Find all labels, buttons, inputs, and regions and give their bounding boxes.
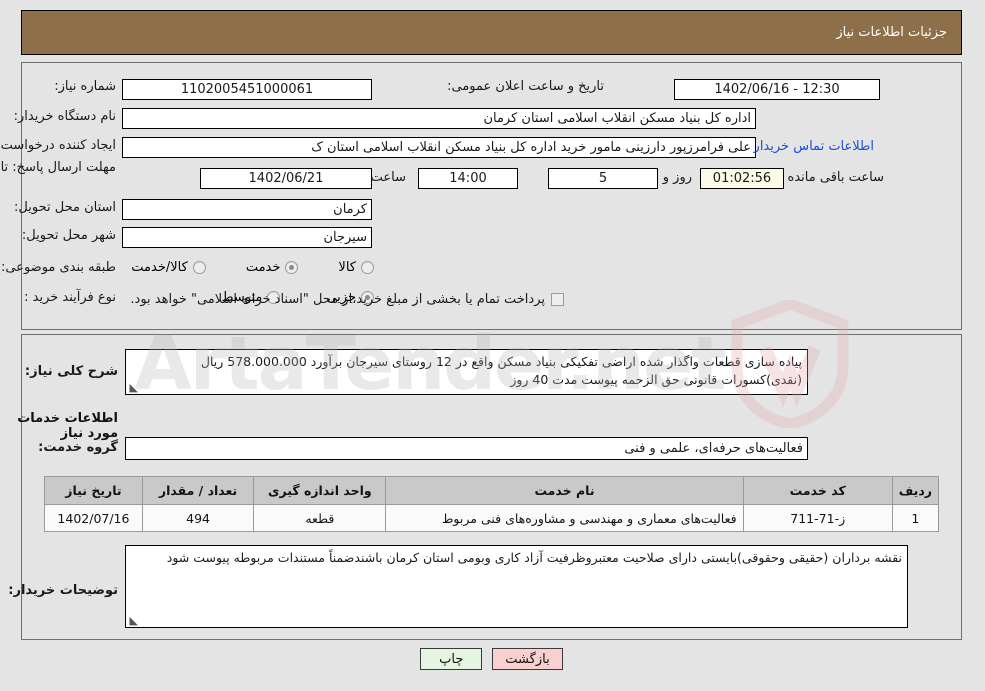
service-group-label: گروه خدمت: [39, 440, 119, 455]
service-group-value: فعالیت‌های حرفه‌ای، علمی و فنی [126, 437, 809, 460]
category-radio-group: کالا خدمت کالا/خدمت [132, 260, 375, 275]
radio-kala-icon[interactable] [362, 261, 375, 274]
col-name: نام خدمت [386, 476, 745, 505]
treasury-bond-checkbox-row[interactable]: پرداخت تمام یا بخشی از مبلغ خرید،از محل … [131, 292, 565, 307]
print-button[interactable]: چاپ [421, 648, 484, 670]
announce-label-row: تاریخ و ساعت اعلان عمومی: [448, 79, 605, 94]
buyer-contact-link[interactable]: اطلاعات تماس خریدار [755, 139, 875, 154]
treasury-bond-note: پرداخت تمام یا بخشی از مبلغ خرید،از محل … [131, 292, 546, 307]
col-row-no: ردیف [892, 476, 941, 505]
buyer-notes-label: توضیحات خریدار: [9, 583, 119, 598]
remaining-time-countdown: 01:02:56 [701, 168, 785, 189]
category-label-row: طبقه بندی موضوعی: [2, 260, 117, 275]
announce-datetime-label: تاریخ و ساعت اعلان عمومی: [448, 79, 605, 94]
announce-datetime-value: 12:30 - 1402/06/16 [675, 79, 881, 100]
deadline-hour-value: 14:00 [419, 168, 519, 189]
radio-kala-khedmat-icon[interactable] [193, 261, 207, 274]
city-value: سیرجان [123, 227, 373, 248]
buyer-notes-value: نقشه برداران (حقیقی وحقوقی)بایستی دارای … [167, 550, 903, 565]
cell-name: فعالیت‌های معماری و مهندسی و مشاوره‌های … [386, 504, 745, 532]
need-info-panel [22, 62, 963, 330]
services-table: ردیف کد خدمت نام خدمت واحد اندازه گیری ت… [45, 476, 941, 532]
deadline-label: مهلت ارسال پاسخ: تا تاریخ: [0, 160, 117, 175]
category-option-kala[interactable]: کالا [339, 260, 375, 275]
table-row: 1 ز-71-711 فعالیت‌های معماری و مهندسی و … [45, 504, 941, 532]
province-label-row: استان محل تحویل: [15, 200, 117, 215]
category-option-kala-khedmat[interactable]: کالا/خدمت [132, 260, 207, 275]
creator-label-row: ایجاد کننده درخواست: [0, 138, 117, 153]
buyer-notes-box: نقشه برداران (حقیقی وحقوقی)بایستی دارای … [126, 545, 909, 628]
buyer-org-value: اداره کل بنیاد مسکن انقلاب اسلامی استان … [123, 108, 757, 129]
general-description-value: پیاده سازی قطعات واگذار شده اراضی تفکیکی… [201, 354, 803, 387]
category-label: طبقه بندی موضوعی: [1, 260, 117, 275]
remaining-days-value: 5 [549, 168, 659, 189]
col-code: کد خدمت [743, 476, 894, 505]
table-header-row: ردیف کد خدمت نام خدمت واحد اندازه گیری ت… [45, 476, 941, 505]
category-option-khedmat[interactable]: خدمت [247, 260, 300, 275]
radio-khedmat-icon[interactable] [286, 261, 300, 274]
deadline-label-row: مهلت ارسال پاسخ: تا تاریخ: [0, 160, 117, 175]
back-button[interactable]: بازگشت [493, 648, 564, 670]
city-label: شهر محل تحویل: [22, 228, 117, 243]
category-option-kala-label: کالا [339, 260, 357, 275]
deadline-date-value: 1402/06/21 [201, 168, 373, 189]
col-quantity: تعداد / مقدار [142, 476, 256, 505]
deadline-hour-label: ساعت [371, 170, 407, 185]
category-option-khedmat-label: خدمت [246, 260, 282, 275]
need-number-label: شماره نیاز: [55, 79, 117, 94]
cell-need-date: 1402/07/16 [45, 504, 144, 532]
treasury-bond-checkbox[interactable] [552, 293, 565, 306]
cell-unit: قطعه [254, 504, 388, 532]
general-description-label: شرح کلی نیاز: [25, 364, 119, 379]
resize-grip-icon[interactable]: ◣ [129, 382, 139, 393]
page-header: جزئیات اطلاعات نیاز [22, 10, 963, 55]
category-option-kala-khedmat-label: کالا/خدمت [132, 260, 189, 275]
page-title: جزئیات اطلاعات نیاز [837, 25, 948, 40]
process-type-label: نوع فرآیند خرید : [25, 290, 117, 305]
remaining-days-label: روز و [663, 170, 693, 185]
cell-row-no: 1 [892, 504, 941, 532]
cell-quantity: 494 [142, 504, 256, 532]
province-label: استان محل تحویل: [15, 200, 117, 215]
col-date: تاریخ نیاز [45, 476, 144, 505]
services-section-title: اطلاعات خدمات مورد نیاز [18, 411, 119, 441]
col-unit: واحد اندازه گیری [254, 476, 388, 505]
city-label-row: شهر محل تحویل: [23, 228, 117, 243]
need-number-value: 1102005451000061 [123, 79, 373, 100]
cell-code: ز-71-711 [743, 504, 894, 532]
resize-grip-icon-notes[interactable]: ◣ [129, 615, 139, 626]
remaining-time-suffix: ساعت باقی مانده [788, 170, 885, 185]
creator-value: علی فرامرزپور دارزینی مامور خرید اداره ک… [123, 137, 757, 158]
buyer-org-label: نام دستگاه خریدار: [14, 109, 117, 124]
need-number-label-row: شماره نیاز: [55, 79, 117, 94]
footer-button-bar: بازگشت چاپ [0, 648, 985, 670]
process-label-row: نوع فرآیند خرید : [25, 290, 117, 305]
general-description-box: پیاده سازی قطعات واگذار شده اراضی تفکیکی… [126, 349, 809, 395]
buyer-org-label-row: نام دستگاه خریدار: [15, 109, 117, 124]
province-value: کرمان [123, 199, 373, 220]
creator-label: ایجاد کننده درخواست: [0, 138, 117, 153]
